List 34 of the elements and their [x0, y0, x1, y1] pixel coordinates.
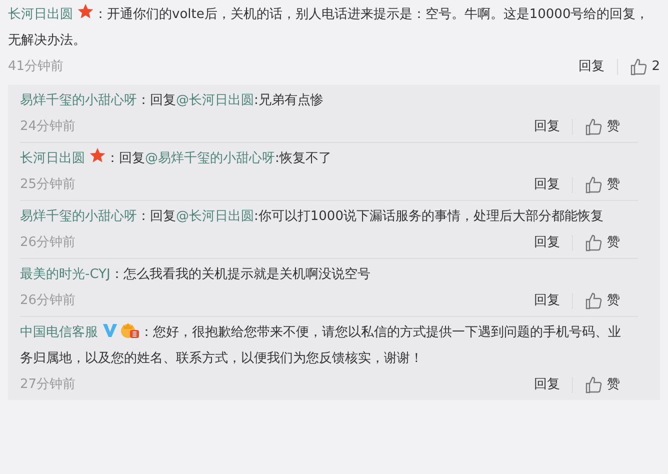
- like-button[interactable]: 赞: [573, 290, 638, 310]
- comment-text: 长河日出圆 ：开通你们的volte后，关机的话，别人电话进来提示是：空号。牛啊。这是10000号给的回复，无解决办法。: [8, 2, 660, 54]
- thumbs-up-icon[interactable]: [585, 376, 603, 394]
- thumbs-up-icon[interactable]: [585, 118, 603, 136]
- star-icon: [89, 147, 106, 164]
- crown-badge-icon: [120, 321, 140, 339]
- timestamp: 25分钟前: [20, 176, 77, 194]
- thumbs-up-icon[interactable]: [585, 234, 603, 252]
- timestamp: 27分钟前: [20, 376, 77, 394]
- timestamp: 41分钟前: [8, 58, 65, 76]
- comment-text: 长河日出圆 ：回复@易烊千玺的小甜心呀:恢复不了: [20, 146, 638, 172]
- timestamp: 26分钟前: [20, 234, 77, 252]
- reply-link[interactable]: 回复: [534, 176, 573, 192]
- reply-link[interactable]: 回复: [534, 118, 573, 134]
- reply-link[interactable]: 回复: [578, 58, 618, 74]
- star-icon: [77, 3, 94, 20]
- thumbs-up-icon[interactable]: [630, 58, 648, 76]
- comment-text: 最美的时光-CYJ：怎么我看我的关机提示就是关机啊没说空号: [20, 266, 372, 284]
- thumbs-up-icon[interactable]: [585, 176, 603, 194]
- comment-text: 易烊千玺的小甜心呀：回复@长河日出圆:你可以打1000说下漏话服务的事情，处理后大部分都能恢复: [20, 208, 604, 226]
- like-button[interactable]: 赞: [573, 374, 638, 394]
- like-button[interactable]: 赞: [573, 174, 638, 194]
- like-button[interactable]: 2: [618, 56, 660, 76]
- like-button[interactable]: 赞: [573, 116, 638, 136]
- timestamp: 26分钟前: [20, 292, 77, 310]
- comment-text: 易烊千玺的小甜心呀：回复@长河日出圆:兄弟有点惨: [20, 92, 324, 110]
- comment-text: 中国电信客服 ：您好，很抱歉给您带来不便，请您以私信的方式提供一下遇到问题的手机号码、业务归属地，以及您的姓名、联系方式，以便我们为您反馈核实，谢谢！: [20, 320, 638, 372]
- timestamp: 24分钟前: [20, 118, 77, 136]
- thumbs-up-icon[interactable]: [585, 292, 603, 310]
- verified-icon: [102, 322, 118, 338]
- reply-link[interactable]: 回复: [534, 292, 573, 308]
- reply-link[interactable]: 回复: [534, 376, 573, 392]
- reply-link[interactable]: 回复: [534, 234, 573, 250]
- like-button[interactable]: 赞: [573, 232, 638, 252]
